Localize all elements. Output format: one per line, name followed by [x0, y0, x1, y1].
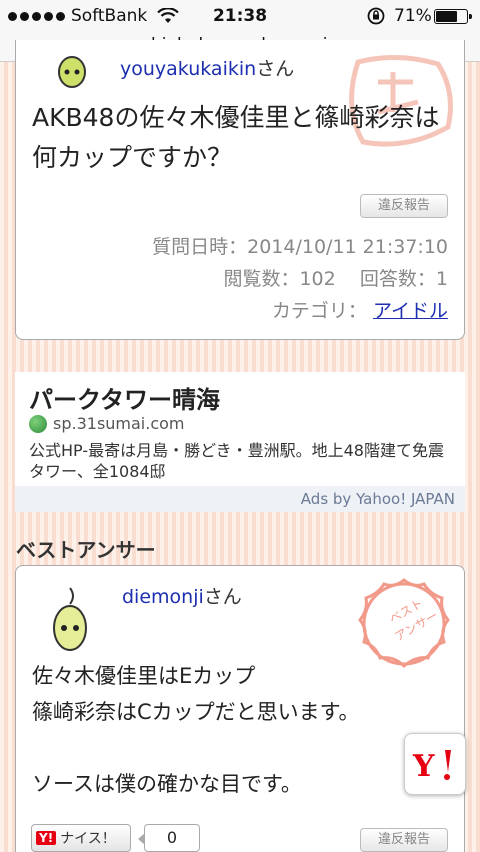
ad-description: 公式HP-最寄は月島・勝どき・豊洲駅。地上48階建て免震タワー、全1084邸	[29, 441, 444, 481]
category-link[interactable]: アイドル	[373, 300, 448, 322]
battery-percent: 71%	[394, 6, 432, 26]
answer-username-suffix: さん	[203, 586, 242, 608]
question-username-suffix: さん	[256, 58, 295, 80]
status-bar: SoftBank 21:38 71%	[0, 0, 480, 32]
ad-title[interactable]: パークタワー晴海	[29, 380, 220, 415]
question-card: youyakukaikinさん AKB48の佐々木優佳里と篠崎彩奈は 何カップで…	[15, 40, 465, 340]
question-category: カテゴリ： アイドル	[272, 296, 448, 323]
answer-username-name[interactable]: diemonji	[122, 586, 204, 608]
question-views: 閲覧数：102	[223, 268, 336, 290]
answer-text: 佐々木優佳里はEカップ 篠崎彩奈はCカップだと思います。 ソースは僕の確かな目で…	[32, 658, 360, 802]
question-username[interactable]: youyakukaikinさん	[120, 54, 294, 81]
nice-label: ナイス！	[60, 831, 116, 847]
answer-line2: 篠崎彩奈はCカップだと思います。	[32, 700, 360, 724]
globe-icon	[29, 414, 47, 433]
carrier-name: SoftBank	[71, 6, 148, 26]
ad-footer[interactable]: Ads by Yahoo! JAPAN	[15, 486, 465, 512]
wifi-icon	[157, 8, 180, 23]
answer-mascot-icon	[53, 587, 87, 651]
nice-count: 0	[138, 824, 200, 852]
ad-url-row[interactable]: sp.31sumai.com	[29, 414, 185, 433]
question-answers: 回答数：1	[359, 268, 448, 290]
best-answer-card: ベスト アンサー diemonjiさん 佐々木優佳里はEカップ 篠崎彩奈はCカッ…	[15, 565, 465, 852]
ad-url[interactable]: sp.31sumai.com	[53, 414, 185, 433]
question-text-line2: 何カップですか？	[32, 143, 233, 172]
nice-button[interactable]: Y! ナイス！	[31, 824, 131, 852]
answer-report-button[interactable]: 違反報告	[360, 828, 448, 852]
ad-block[interactable]: パークタワー晴海 sp.31sumai.com 公式HP-最寄は月島・勝どき・豊…	[15, 372, 465, 512]
answer-line1: 佐々木優佳里はEカップ	[32, 664, 256, 688]
question-text-line1: AKB48の佐々木優佳里と篠崎彩奈は	[32, 103, 440, 132]
category-label: カテゴリ：	[271, 300, 367, 322]
signal-icon	[8, 11, 65, 21]
answer-line3: ソースは僕の確かな目です。	[32, 772, 302, 796]
question-posted-date: 質問日時：2014/10/11 21:37:10	[152, 236, 448, 258]
answer-username[interactable]: diemonjiさん	[122, 582, 242, 609]
best-answer-heading: ベストアンサー	[16, 538, 156, 562]
question-username-name[interactable]: youyakukaikin	[120, 58, 256, 80]
question-report-button[interactable]: 違反報告	[360, 194, 448, 218]
yahoo-float-logo-icon: Y	[412, 749, 451, 784]
battery-icon	[434, 9, 472, 24]
question-stats: 閲覧数：102 回答数：1	[223, 264, 448, 291]
yahoo-logo-icon: Y!	[36, 831, 57, 845]
svg-text:Y: Y	[412, 749, 435, 784]
best-answer-stamp-icon: ベスト アンサー	[358, 578, 450, 669]
yahoo-float-button[interactable]: Y	[404, 733, 466, 795]
mascot-icon	[58, 56, 86, 88]
question-text: AKB48の佐々木優佳里と篠崎彩奈は 何カップですか？	[32, 98, 439, 178]
rotation-lock-icon	[367, 7, 385, 25]
